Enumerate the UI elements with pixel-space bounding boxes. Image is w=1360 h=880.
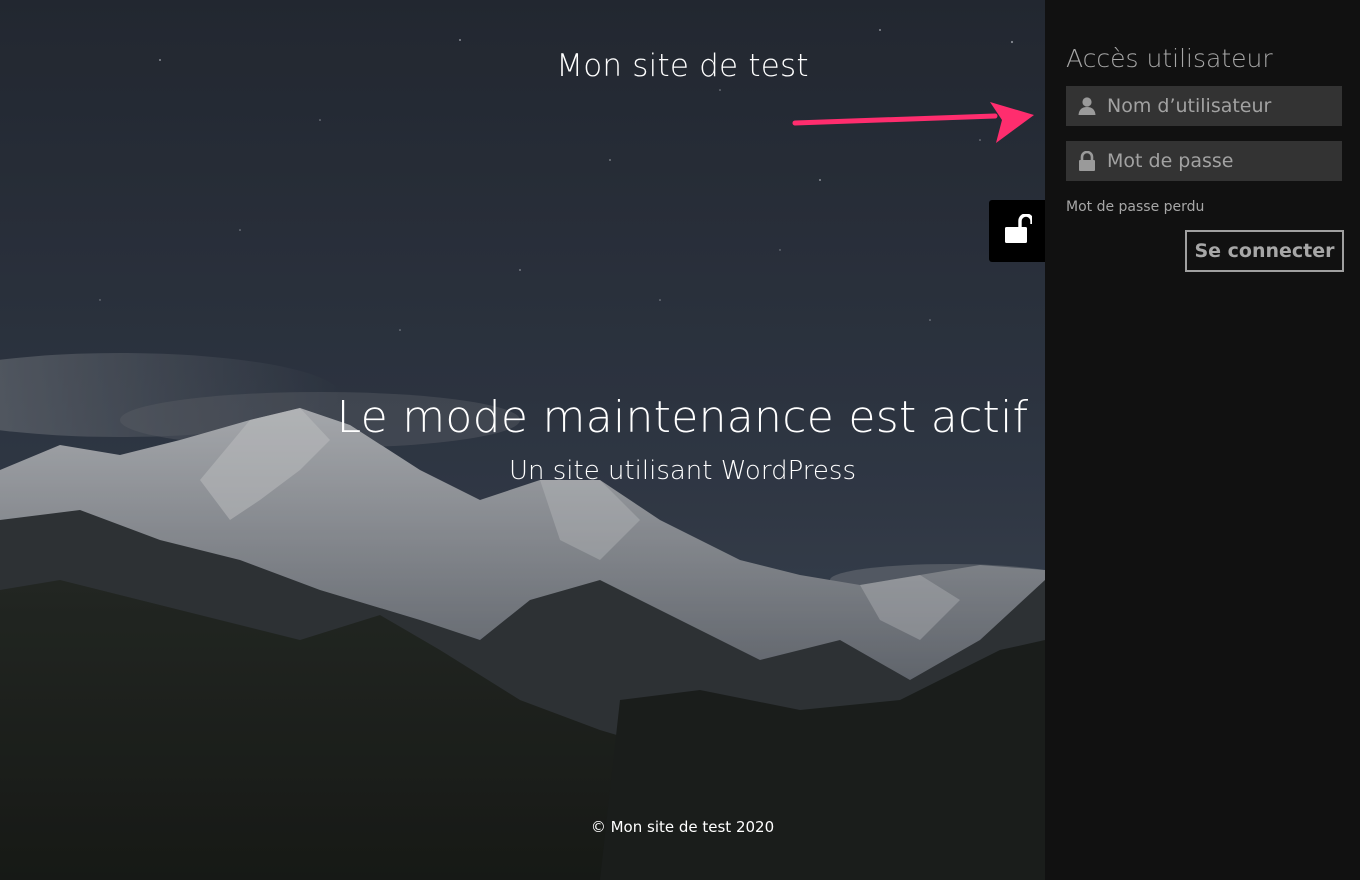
unlocked-padlock-icon: [1004, 213, 1034, 248]
login-panel-toggle-button[interactable]: [989, 200, 1046, 262]
user-icon: [1077, 96, 1097, 116]
padlock-icon: [1077, 150, 1097, 171]
arrow-icon: [790, 96, 1040, 152]
login-panel: Accès utilisateur Mot de passe perdu Se …: [1045, 0, 1360, 880]
username-field[interactable]: [1066, 86, 1342, 126]
maintenance-page: Mon site de test Le mode maintenance est…: [0, 0, 1360, 880]
login-submit-button[interactable]: Se connecter: [1185, 230, 1344, 272]
lost-password-link[interactable]: Mot de passe perdu: [1066, 199, 1204, 215]
password-input[interactable]: [1107, 141, 1337, 181]
username-input[interactable]: [1107, 86, 1337, 126]
login-title: Accès utilisateur: [1066, 44, 1273, 73]
password-field[interactable]: [1066, 141, 1342, 181]
